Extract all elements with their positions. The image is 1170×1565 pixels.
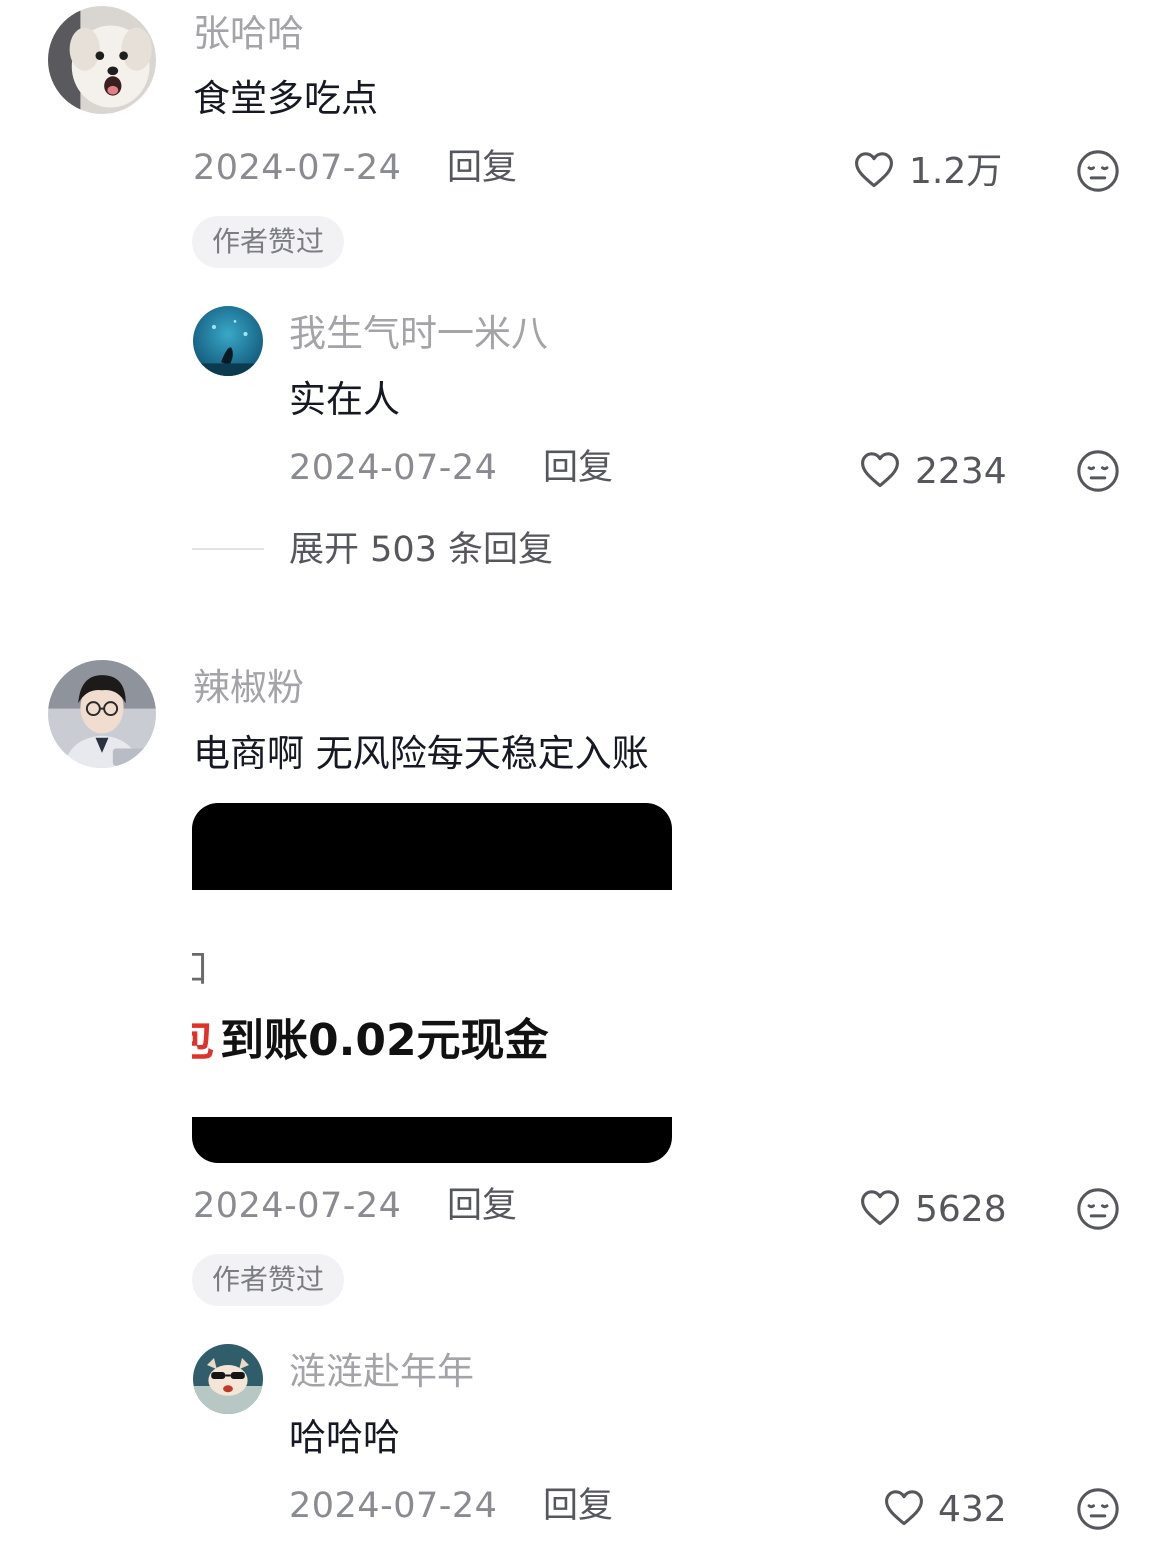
image-partial-char: 扣 (192, 949, 208, 989)
avatar[interactable] (193, 1344, 263, 1414)
reply-button[interactable]: 回复 (447, 1186, 517, 1226)
expand-divider (192, 548, 264, 550)
heart-outline-icon[interactable] (857, 1186, 903, 1230)
underwater-avatar-icon (193, 306, 263, 376)
reply-button[interactable]: 回复 (447, 148, 517, 188)
comment-date: 2024-07-24 (193, 148, 402, 188)
reply-date: 2024-07-24 (289, 1486, 498, 1526)
neutral-face-icon[interactable] (1075, 1486, 1121, 1532)
reply-date: 2024-07-24 (289, 448, 498, 488)
comment-username[interactable]: 辣椒粉 (193, 666, 304, 710)
neutral-face-icon[interactable] (1075, 148, 1121, 194)
comment-image[interactable]: 扣 包 到账0.02元现金 (192, 803, 672, 1163)
like-count: 1.2万 (909, 151, 1003, 192)
heart-outline-icon[interactable] (881, 1486, 927, 1530)
reply-username[interactable]: 涟涟赴年年 (289, 1350, 474, 1394)
reply-text: 哈哈哈 (289, 1416, 400, 1459)
avatar[interactable] (193, 306, 263, 376)
reply-username[interactable]: 我生气时一米八 (289, 312, 548, 356)
comment-text: 电商啊 无风险每天稳定入账 (193, 732, 649, 775)
image-highlight-char: 包 (192, 1016, 214, 1066)
comment-username[interactable]: 张哈哈 (193, 12, 304, 56)
reply-text: 实在人 (289, 378, 400, 421)
avatar[interactable] (48, 660, 156, 768)
sunglasses-dog-avatar-icon (193, 1344, 263, 1414)
image-redacted-bottom (192, 1117, 672, 1163)
comment-text: 食堂多吃点 (193, 77, 378, 120)
white-puppy-avatar-icon (48, 6, 156, 114)
neutral-face-icon[interactable] (1075, 1186, 1121, 1232)
avatar[interactable] (48, 6, 156, 114)
neutral-face-icon[interactable] (1075, 448, 1121, 494)
young-man-glasses-avatar-icon (48, 660, 156, 768)
image-main-text: 到账0.02元现金 (220, 1015, 549, 1066)
like-count: 432 (938, 1489, 1007, 1530)
like-count: 5628 (915, 1189, 1007, 1230)
comment-date: 2024-07-24 (193, 1186, 402, 1226)
reply-button[interactable]: 回复 (543, 448, 613, 488)
like-count: 2234 (915, 451, 1007, 492)
image-redacted-top (192, 803, 672, 890)
heart-outline-icon[interactable] (851, 148, 897, 192)
reply-button[interactable]: 回复 (543, 1486, 613, 1526)
expand-replies-button[interactable]: 展开 503 条回复 (289, 530, 553, 570)
author-liked-badge: 作者赞过 (192, 216, 345, 268)
heart-outline-icon[interactable] (857, 448, 903, 492)
author-liked-badge: 作者赞过 (192, 1254, 345, 1306)
